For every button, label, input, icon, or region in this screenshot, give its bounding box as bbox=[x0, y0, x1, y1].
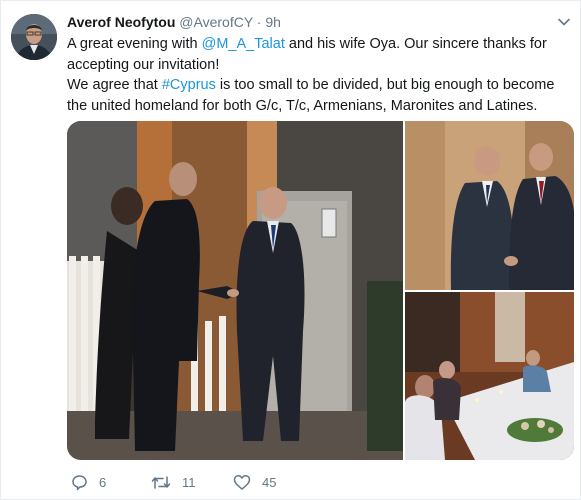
tweet-header: Averof Neofytou @AverofCY · 9h bbox=[67, 13, 281, 32]
retweet-icon bbox=[151, 475, 171, 489]
tweet-line-1: A great evening with @M_A_Talat and his … bbox=[67, 34, 567, 75]
timestamp[interactable]: 9h bbox=[265, 14, 281, 30]
avatar[interactable] bbox=[11, 14, 57, 60]
separator: · bbox=[256, 14, 262, 30]
hashtag-link[interactable]: #Cyprus bbox=[162, 77, 216, 93]
author-name[interactable]: Averof Neofytou bbox=[67, 14, 175, 30]
tweet-actions: 6 11 45 bbox=[67, 471, 367, 493]
tweet-text-part: A great evening with bbox=[67, 36, 202, 52]
like-icon bbox=[233, 474, 251, 490]
photo-dinner-table[interactable] bbox=[405, 292, 574, 460]
reply-icon bbox=[72, 474, 87, 490]
reply-count: 6 bbox=[99, 474, 107, 490]
mention-link[interactable]: @M_A_Talat bbox=[202, 36, 285, 52]
tweet-card[interactable]: Averof Neofytou @AverofCY · 9h A great e… bbox=[0, 0, 581, 500]
like-count: 45 bbox=[262, 474, 277, 490]
retweet-button[interactable]: 11 bbox=[151, 471, 196, 493]
like-button[interactable]: 45 bbox=[233, 471, 276, 493]
author-handle[interactable]: @AverofCY bbox=[179, 14, 253, 30]
photo-grid bbox=[67, 121, 574, 460]
tweet-text: A great evening with @M_A_Talat and his … bbox=[67, 34, 567, 116]
reply-button[interactable]: 6 bbox=[71, 471, 106, 493]
retweet-count: 11 bbox=[182, 474, 196, 490]
photo-two-men-handshake[interactable] bbox=[405, 121, 574, 290]
tweet-text-part: We agree that bbox=[67, 77, 162, 93]
tweet-line-2: We agree that #Cyprus is too small to be… bbox=[67, 75, 567, 116]
photo-handshake-entrance[interactable] bbox=[67, 121, 403, 460]
chevron-down-icon[interactable] bbox=[557, 15, 571, 29]
